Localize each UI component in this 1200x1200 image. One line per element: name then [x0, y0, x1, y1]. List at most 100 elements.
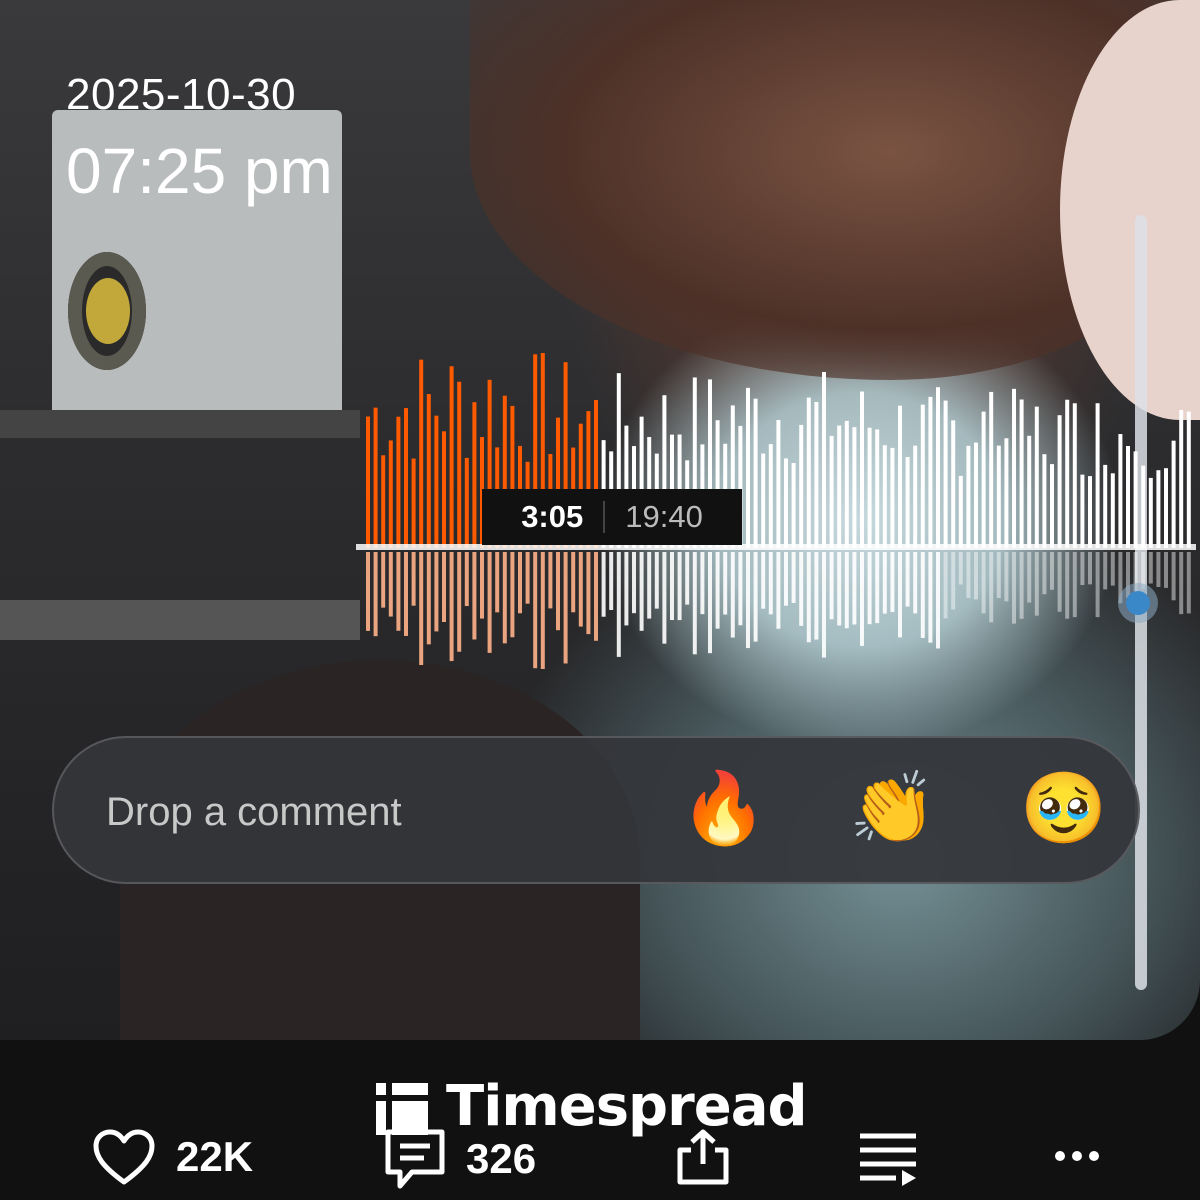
waveform-reflection-bar [578, 552, 583, 627]
comment-count: 326 [466, 1135, 537, 1182]
scroll-knob[interactable] [1118, 583, 1158, 623]
time-separator [603, 501, 606, 533]
waveform-bar [1034, 406, 1039, 548]
waveform-reflection-bar [518, 552, 522, 614]
waveform-bar [1133, 451, 1138, 548]
waveform-reflection-bar [860, 552, 864, 646]
waveform-bar [1072, 403, 1077, 548]
more-icon [1055, 1151, 1099, 1161]
waveform-reflection-bar [715, 552, 720, 629]
waveform-reflection-bar [404, 552, 408, 636]
waveform-reflection-bar [426, 552, 431, 645]
waveform-reflection-bar [601, 552, 606, 617]
waveform-reflection-bar [464, 552, 469, 607]
waveform-reflection-bar [1103, 552, 1108, 590]
waveform-bar [799, 424, 804, 548]
waveform-reflection-bar [1012, 552, 1016, 624]
timespread-logo-icon [376, 1082, 428, 1135]
waveform-reflection-bar [533, 552, 538, 669]
waveform-reflection-bar [662, 552, 667, 644]
waveform-bar [1080, 474, 1085, 548]
waveform-reflection-bar [434, 552, 439, 632]
waveform-reflection-bar [647, 552, 652, 619]
waveform-bar [1065, 399, 1070, 548]
waveform-bar [1012, 388, 1016, 548]
waveform-reflection-bar [768, 552, 773, 615]
waveform-bar [396, 416, 401, 548]
waveform-reflection-bar [1050, 552, 1054, 590]
comment-bar[interactable]: Drop a comment 🔥 👏 🥹 [52, 736, 1140, 884]
playlist-icon [860, 1133, 916, 1186]
waveform-bar [1103, 464, 1108, 548]
waveform-reflection-bar [609, 552, 614, 610]
waveform-reflection-bar [556, 552, 560, 631]
waveform-reflection-bar [502, 552, 507, 644]
waveform-bar [996, 445, 1001, 548]
share-button[interactable] [676, 1128, 730, 1186]
waveform-bar [434, 415, 439, 548]
waveform-reflection-bar [586, 552, 591, 635]
waveform-reflection-bar [928, 552, 933, 643]
fire-reaction-button[interactable]: 🔥 [680, 768, 767, 848]
waveform-reflection-bar [776, 552, 781, 629]
waveform-reflection-bar [381, 552, 386, 608]
waveform-reflection-bar [784, 552, 788, 606]
waveform-reflection-bar [943, 552, 948, 619]
waveform-bar [951, 420, 956, 548]
waveform-reflection-bar [616, 552, 621, 657]
waveform-reflection-bar [920, 552, 925, 638]
like-button[interactable]: 22K [92, 1128, 253, 1186]
waveform-reflection-bar [905, 552, 910, 607]
waveform-bar [1110, 473, 1115, 548]
waveform-bar [1171, 440, 1176, 548]
waveform-reflection-bar [1179, 552, 1184, 615]
waveform-reflection-bar [890, 552, 895, 613]
waveform-reflection-bar [594, 552, 598, 641]
waveform-reflection-bar [487, 552, 492, 653]
waveform-bar [814, 402, 819, 548]
waveform-bar [1164, 468, 1168, 548]
waveform-reflection-bar [738, 552, 743, 626]
waveform-reflection-bar [1004, 552, 1009, 602]
comment-button[interactable]: 326 [384, 1128, 536, 1190]
waveform-reflection-bar [1027, 552, 1032, 603]
waveform-reflection-bar [563, 552, 568, 664]
waveform-bar [1019, 399, 1024, 548]
waveform-bar [746, 387, 750, 548]
waveform-reflection-bar [1148, 552, 1153, 584]
more-button[interactable] [1052, 1148, 1102, 1164]
waveform-bar [829, 435, 834, 548]
waveform-reflection-bar [571, 552, 576, 613]
waveform-bar [381, 455, 386, 548]
waveform-bar [837, 425, 842, 548]
playlist-button[interactable] [858, 1130, 920, 1186]
waveform-reflection-bar [1065, 552, 1070, 619]
waveform-reflection-bar [685, 552, 690, 605]
waveform-reflection-bar [1034, 552, 1039, 616]
comment-input[interactable]: Drop a comment [106, 790, 402, 835]
waveform-reflection-bar [875, 552, 880, 624]
waveform-bar [1148, 477, 1153, 548]
waveform-bar [784, 458, 788, 548]
duration: 19:40 [625, 499, 703, 534]
waveform-reflection-bar [525, 552, 530, 604]
clap-reaction-button[interactable]: 👏 [849, 768, 936, 848]
pleading-face-reaction-button[interactable]: 🥹 [1020, 768, 1107, 848]
waveform-bar [373, 407, 378, 548]
waveform-bar [753, 398, 758, 548]
waveform-reflection-bar [974, 552, 978, 600]
waveform-bar [1126, 445, 1130, 548]
waveform-bar [852, 427, 857, 548]
waveform-bar [989, 391, 994, 548]
waveform-bar [966, 445, 971, 548]
waveform-reflection-bar [540, 552, 545, 670]
waveform-bar [905, 457, 910, 548]
waveform-reflection-bar [936, 552, 940, 649]
waveform-reflection-bar [852, 552, 857, 625]
waveform-reflection-bar [632, 552, 636, 614]
waveform-reflection-bar [844, 552, 849, 629]
waveform-bar [822, 372, 826, 548]
waveform-reflection-bar [442, 552, 446, 623]
waveform-reflection-bar [396, 552, 401, 631]
like-count: 22K [176, 1133, 254, 1180]
